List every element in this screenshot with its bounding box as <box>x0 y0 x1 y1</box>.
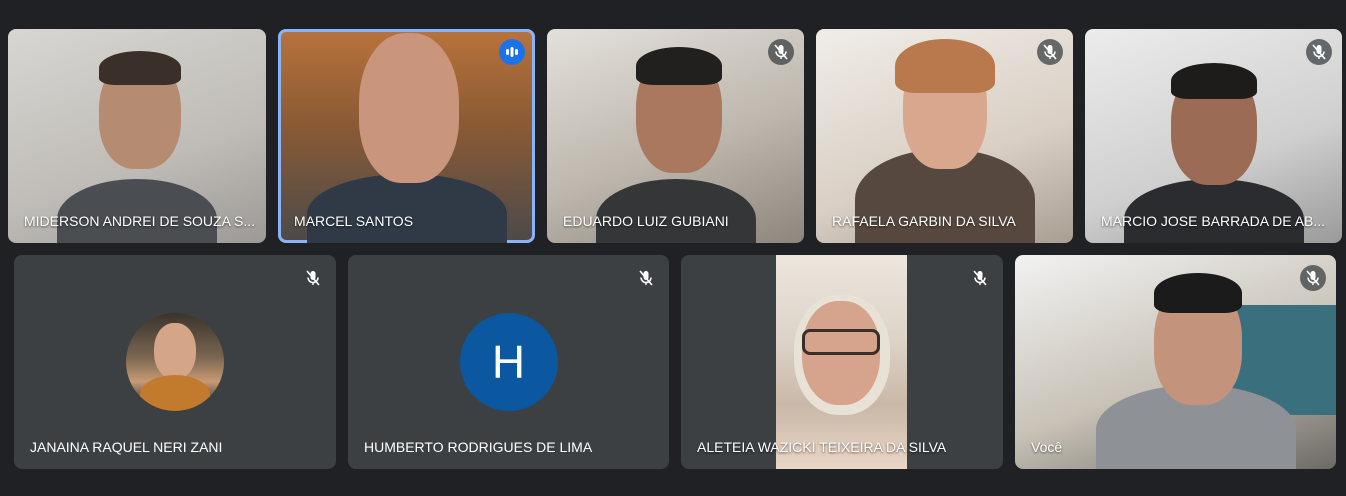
participant-name: MIDERSON ANDREI DE SOUZA S... <box>24 213 256 229</box>
mic-off-icon <box>1306 39 1332 65</box>
avatar: H <box>459 313 558 411</box>
participant-name: HUMBERTO RODRIGUES DE LIMA <box>364 439 593 455</box>
mic-off-icon <box>1037 39 1063 65</box>
participant-name: EDUARDO LUIZ GUBIANI <box>563 213 729 229</box>
participant-video <box>1119 29 1309 243</box>
participant-video <box>1096 255 1306 469</box>
participant-video <box>776 255 907 469</box>
participant-tile-self[interactable]: Você <box>1015 255 1336 469</box>
participant-video <box>845 29 1045 243</box>
participant-tile-3[interactable]: EDUARDO LUIZ GUBIANI <box>547 29 804 243</box>
participant-tile-4[interactable]: RAFAELA GARBIN DA SILVA <box>816 29 1073 243</box>
mic-off-icon <box>1300 265 1326 291</box>
participant-tile-2[interactable]: MARCEL SANTOS <box>278 29 535 243</box>
participant-tile-1[interactable]: MIDERSON ANDREI DE SOUZA S... <box>8 29 266 243</box>
participant-name: MARCIO JOSE BARRADA DE AB... <box>1101 213 1326 229</box>
participant-tile-6[interactable]: JANAINA RAQUEL NERI ZANI <box>14 255 336 469</box>
mic-off-icon <box>300 265 326 291</box>
avatar <box>126 313 224 411</box>
participant-video <box>306 29 507 243</box>
participant-name: MARCEL SANTOS <box>294 213 414 229</box>
participant-tile-7[interactable]: H HUMBERTO RODRIGUES DE LIMA <box>348 255 669 469</box>
participant-video <box>586 29 766 243</box>
participant-name: ALETEIA WAZICKI TEIXEIRA DA SILVA <box>697 439 947 455</box>
participant-tile-8[interactable]: ALETEIA WAZICKI TEIXEIRA DA SILVA <box>681 255 1003 469</box>
participant-video <box>47 29 227 243</box>
participant-tile-5[interactable]: MARCIO JOSE BARRADA DE AB... <box>1085 29 1342 243</box>
participant-name: JANAINA RAQUEL NERI ZANI <box>30 439 223 455</box>
mic-off-icon <box>967 265 993 291</box>
participant-name: Você <box>1031 439 1063 455</box>
mic-off-icon <box>633 265 659 291</box>
audio-level-icon <box>499 39 525 65</box>
mic-off-icon <box>768 39 794 65</box>
participant-name: RAFAELA GARBIN DA SILVA <box>832 213 1016 229</box>
